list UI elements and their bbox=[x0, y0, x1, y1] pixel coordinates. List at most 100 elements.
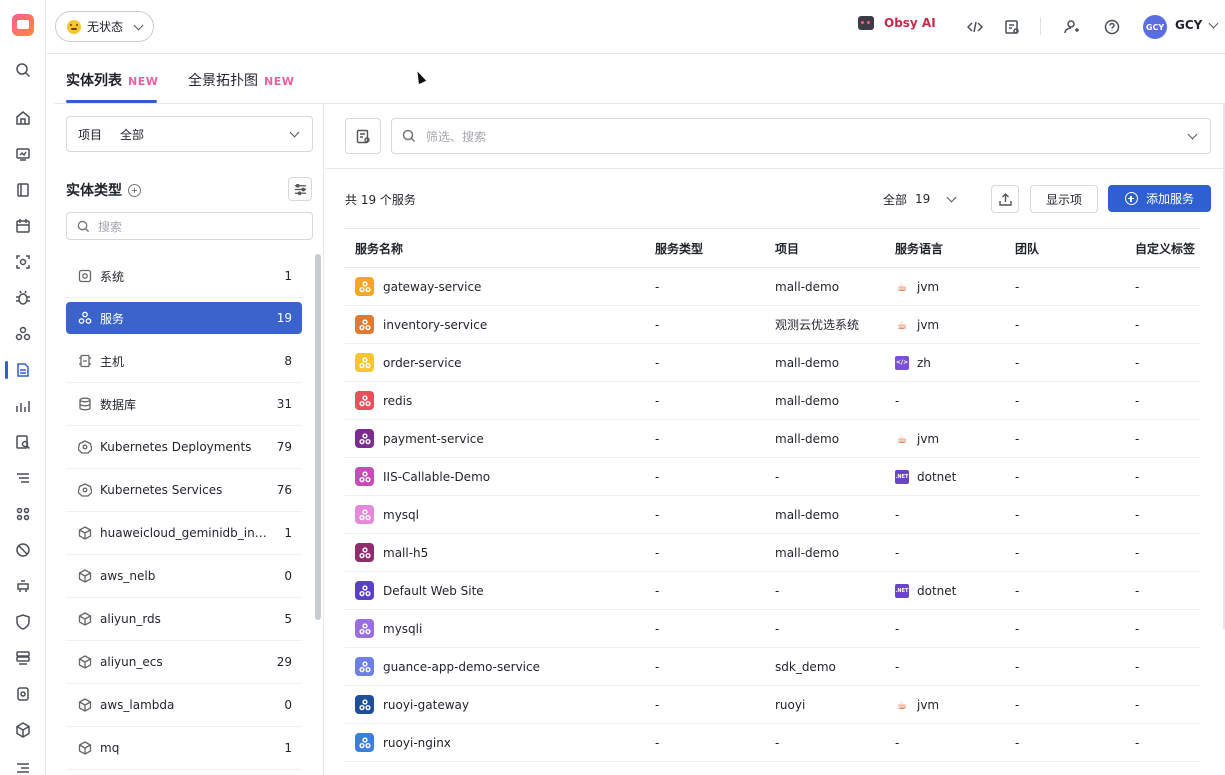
col-header-language[interactable]: 服务语言 bbox=[885, 228, 1005, 268]
entity-type-item[interactable]: 主机 8 bbox=[66, 340, 302, 383]
table-row[interactable]: mall-h5- mall-demo - - - bbox=[345, 533, 1200, 572]
service-name[interactable]: Default Web Site bbox=[383, 584, 484, 598]
panel-scrollbar[interactable] bbox=[315, 254, 321, 620]
table-row[interactable]: mysqli - - - - - bbox=[345, 609, 1200, 648]
user-name[interactable]: GCY bbox=[1175, 18, 1202, 32]
avatar[interactable]: GCY bbox=[1143, 15, 1167, 39]
service-name[interactable]: IIS-Callable-Demo bbox=[383, 470, 490, 484]
entity-search-input[interactable]: 搜索 bbox=[66, 212, 313, 240]
log-search-icon[interactable] bbox=[13, 432, 33, 452]
monitor-icon[interactable] bbox=[13, 144, 33, 164]
entity-type-item[interactable]: mq 1 bbox=[66, 727, 302, 770]
entity-type-item[interactable]: 数据库 31 bbox=[66, 383, 302, 426]
search-icon[interactable] bbox=[13, 60, 33, 80]
filter-settings-button[interactable] bbox=[288, 177, 312, 201]
add-entity-type-icon[interactable] bbox=[128, 183, 141, 197]
tab-entity-list[interactable]: 实体列表 NEW bbox=[66, 70, 158, 90]
scope-select[interactable]: 全部 19 bbox=[872, 185, 962, 213]
service-name-cell[interactable]: mall-h5 bbox=[345, 533, 645, 572]
entity-type-item[interactable]: Kubernetes Deployments 79 bbox=[66, 426, 302, 469]
entity-type-item[interactable]: 服务 19 bbox=[66, 302, 302, 334]
apps-icon[interactable] bbox=[13, 504, 33, 524]
service-name[interactable]: inventory-service bbox=[383, 318, 487, 332]
table-row[interactable]: ruoyi-gateway-ruoyijvm-- bbox=[345, 685, 1200, 724]
service-name[interactable]: ruoyi-nginx bbox=[383, 736, 451, 750]
entity-type-item[interactable]: huaweicloud_geminidb_influ... 1 bbox=[66, 512, 302, 555]
entity-type-item[interactable]: aliyun_rds 5 bbox=[66, 598, 302, 641]
user-menu-chevron-icon[interactable] bbox=[1208, 18, 1219, 29]
entity-list-icon[interactable] bbox=[13, 360, 33, 380]
service-name[interactable]: mysqli bbox=[383, 622, 422, 636]
service-name-cell[interactable]: payment-service bbox=[345, 419, 645, 458]
services-icon[interactable] bbox=[13, 324, 33, 344]
bug-icon[interactable] bbox=[13, 288, 33, 308]
database-nav-icon[interactable] bbox=[13, 648, 33, 668]
document-settings-icon[interactable] bbox=[1002, 17, 1022, 37]
col-header-type[interactable]: 服务类型 bbox=[645, 228, 765, 268]
filter-search-input[interactable]: 筛选、搜索 bbox=[391, 118, 1211, 154]
home-icon[interactable] bbox=[13, 108, 33, 128]
entity-type-item[interactable]: aliyun_ecs 29 bbox=[66, 641, 302, 684]
table-row[interactable]: mysql - mall-demo - - - bbox=[345, 495, 1200, 534]
table-row[interactable]: order-service-mall-demozh-- bbox=[345, 343, 1200, 382]
entity-type-item[interactable]: Kubernetes Services 76 bbox=[66, 469, 302, 512]
chevron-down-icon[interactable] bbox=[1187, 129, 1198, 140]
entity-type-item[interactable]: aws_lambda 0 bbox=[66, 684, 302, 727]
obsy-ai-button[interactable]: Obsy AI bbox=[858, 16, 936, 30]
service-name-cell[interactable]: redis bbox=[345, 381, 645, 420]
pipeline-icon[interactable] bbox=[13, 468, 33, 488]
col-header-project[interactable]: 项目 bbox=[765, 228, 885, 268]
status-selector[interactable]: 无状态 bbox=[55, 11, 154, 42]
table-row[interactable]: guance-app-demo-service - sdk_demo - - - bbox=[345, 647, 1200, 686]
integration-icon[interactable] bbox=[13, 720, 33, 740]
display-columns-button[interactable]: 显示项 bbox=[1030, 185, 1098, 213]
service-name[interactable]: order-service bbox=[383, 356, 462, 370]
service-name-cell[interactable]: order-service bbox=[345, 343, 645, 382]
service-name[interactable]: mall-h5 bbox=[383, 546, 428, 560]
saved-views-button[interactable] bbox=[345, 118, 381, 154]
service-name[interactable]: mysql bbox=[383, 508, 419, 522]
service-name[interactable]: gateway-service bbox=[383, 280, 481, 294]
service-name-cell[interactable]: IIS-Callable-Demo bbox=[345, 457, 645, 496]
service-name-cell[interactable]: mysql bbox=[345, 495, 645, 534]
service-name[interactable]: redis bbox=[383, 394, 412, 408]
table-row[interactable]: ruoyi-nginx - - - - - bbox=[345, 723, 1200, 762]
security-icon[interactable] bbox=[13, 612, 33, 632]
service-name-cell[interactable]: Default Web Site bbox=[345, 571, 645, 610]
col-header-tags[interactable]: 自定义标签 bbox=[1125, 228, 1200, 268]
synthetic-icon[interactable] bbox=[13, 576, 33, 596]
calendar-icon[interactable] bbox=[13, 216, 33, 236]
export-button[interactable] bbox=[991, 185, 1019, 213]
service-name[interactable]: guance-app-demo-service bbox=[383, 660, 540, 674]
scan-icon[interactable] bbox=[13, 252, 33, 272]
table-row[interactable]: gateway-service-mall-demojvm-- bbox=[345, 267, 1200, 306]
service-name-cell[interactable]: ruoyi-nginx bbox=[345, 723, 645, 762]
notebook-icon[interactable] bbox=[13, 180, 33, 200]
add-service-button[interactable]: 添加服务 bbox=[1108, 185, 1211, 212]
table-row[interactable]: payment-service-mall-demojvm-- bbox=[345, 419, 1200, 458]
table-row[interactable]: redis - mall-demo - - - bbox=[345, 381, 1200, 420]
service-name-cell[interactable]: inventory-service bbox=[345, 305, 645, 344]
service-name-cell[interactable]: mysqli bbox=[345, 609, 645, 648]
entity-type-item[interactable]: 系统 1 bbox=[66, 255, 302, 298]
ci-icon[interactable] bbox=[13, 684, 33, 704]
app-logo-icon[interactable] bbox=[12, 14, 34, 36]
help-icon[interactable] bbox=[1102, 17, 1122, 37]
table-row[interactable]: IIS-Callable-Demo--dotnet-- bbox=[345, 457, 1200, 496]
entity-type-item[interactable]: aws_nelb 0 bbox=[66, 555, 302, 598]
service-name-cell[interactable]: gateway-service bbox=[345, 267, 645, 306]
col-header-name[interactable]: 服务名称 bbox=[345, 228, 645, 268]
service-name[interactable]: payment-service bbox=[383, 432, 484, 446]
service-name-cell[interactable]: guance-app-demo-service bbox=[345, 647, 645, 686]
collapse-menu-icon[interactable] bbox=[13, 758, 33, 775]
code-icon[interactable] bbox=[965, 17, 985, 37]
col-header-team[interactable]: 团队 bbox=[1005, 228, 1125, 268]
service-name[interactable]: ruoyi-gateway bbox=[383, 698, 469, 712]
service-name-cell[interactable]: ruoyi-gateway bbox=[345, 685, 645, 724]
metrics-icon[interactable] bbox=[13, 396, 33, 416]
tab-topology[interactable]: 全景拓扑图 NEW bbox=[188, 70, 294, 90]
user-settings-icon[interactable] bbox=[1062, 17, 1082, 37]
rum-icon[interactable] bbox=[13, 540, 33, 560]
table-row[interactable]: Default Web Site--dotnet-- bbox=[345, 571, 1200, 610]
table-row[interactable]: inventory-service-观测云优选系统jvm-- bbox=[345, 305, 1200, 344]
